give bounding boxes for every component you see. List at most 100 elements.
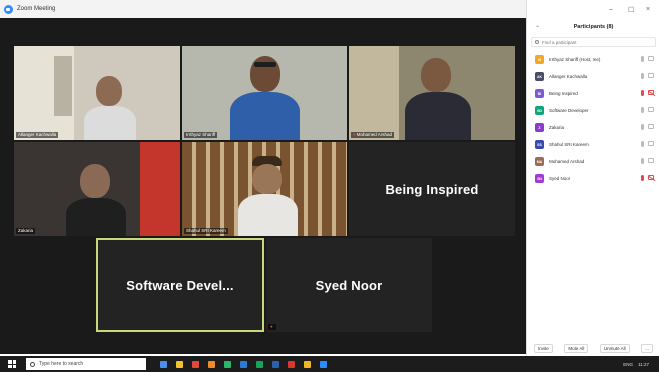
windows-start-icon[interactable] xyxy=(8,360,16,368)
video-gallery: Allanger Kachwalla Irrthyaz Shariff ●Moh… xyxy=(0,18,526,354)
clock[interactable]: 11:27 xyxy=(638,362,649,367)
windows-taskbar: Type here to search ENG 11:27 xyxy=(0,356,659,372)
participant-status-icons xyxy=(641,124,654,130)
language-indicator[interactable]: ENG xyxy=(623,362,633,367)
camera-icon xyxy=(648,56,654,61)
participant-row[interactable]: Z Zakaria xyxy=(527,119,659,136)
avatar: Z xyxy=(535,123,544,132)
app-icon[interactable] xyxy=(160,360,167,368)
taskbar-search-placeholder: Type here to search xyxy=(39,361,84,367)
avatar: BI xyxy=(535,89,544,98)
avatar: AK xyxy=(535,72,544,81)
tile-name-label: Zakaria xyxy=(16,228,36,234)
zoom-logo-icon xyxy=(4,4,13,14)
participant-status-icons xyxy=(641,107,654,113)
video-tile-mohamed[interactable]: ●Mohamed Arshad xyxy=(349,46,515,140)
panel-footer: Invite Mute All Unmute All ... xyxy=(527,344,659,353)
system-tray: ENG 11:27 xyxy=(623,362,659,367)
participant-status-icons xyxy=(641,141,654,147)
app-icon[interactable] xyxy=(192,360,199,368)
video-tile-irrthyaz[interactable]: Irrthyaz Shariff xyxy=(182,46,347,140)
app-icon[interactable] xyxy=(176,360,183,368)
video-tile-software-developer[interactable]: Software Devel... xyxy=(96,238,264,332)
taskbar-apps xyxy=(160,360,327,368)
mic-icon xyxy=(641,158,644,164)
taskbar-search[interactable]: Type here to search xyxy=(26,358,146,370)
search-icon xyxy=(30,361,35,367)
participant-name: Software Developer xyxy=(549,108,589,113)
camera-icon xyxy=(648,124,654,129)
participant-row[interactable]: SS Shahul SRI Kareem xyxy=(527,136,659,153)
avatar: MA xyxy=(535,157,544,166)
avatar: SS xyxy=(535,140,544,149)
app-icon[interactable] xyxy=(304,360,311,368)
participant-status-icons xyxy=(641,56,654,62)
participant-name: Syed Noor xyxy=(549,176,571,181)
app-icon[interactable] xyxy=(272,360,279,368)
app-icon[interactable] xyxy=(320,360,327,368)
tile-mic-indicator: ● xyxy=(268,324,276,330)
invite-button[interactable]: Invite xyxy=(534,344,553,353)
participant-row[interactable]: IS Irrthyaz Shariff (Host, me) xyxy=(527,51,659,68)
participant-name: Mohamed Arshad xyxy=(549,159,585,164)
participant-name: Being Inspired xyxy=(549,91,578,96)
mic-muted-icon: ● xyxy=(353,132,356,137)
participants-panel: – ☐ × ⌄ Participants (8) ISIrrthyaz Shar… xyxy=(526,0,659,356)
mic-icon xyxy=(641,141,644,147)
participant-row[interactable]: SD Software Developer xyxy=(527,102,659,119)
app-icon[interactable] xyxy=(288,360,295,368)
mic-muted-icon xyxy=(641,175,644,181)
video-tile-syed-noor[interactable]: Syed Noor ● xyxy=(266,238,432,332)
camera-icon xyxy=(648,73,654,78)
maximize-button[interactable]: ☐ xyxy=(628,6,634,14)
minimize-button[interactable]: – xyxy=(609,6,613,13)
participant-name: Irrthyaz Shariff (Host, me) xyxy=(549,57,601,62)
app-icon[interactable] xyxy=(240,360,247,368)
mic-icon xyxy=(641,73,644,79)
participant-search[interactable] xyxy=(531,37,656,47)
app-icon[interactable] xyxy=(256,360,263,368)
video-tile-being-inspired[interactable]: Being Inspired xyxy=(349,142,515,236)
avatar: IS xyxy=(535,55,544,64)
zoom-meeting-window: Zoom Meeting Allanger Kachwalla Irrthyaz… xyxy=(0,0,659,372)
video-tile-zakaria[interactable]: Zakaria xyxy=(14,142,180,236)
tile-display-name: Being Inspired xyxy=(385,181,479,197)
app-icon[interactable] xyxy=(224,360,231,368)
camera-icon xyxy=(648,107,654,112)
avatar: SD xyxy=(535,106,544,115)
video-tile-shahul[interactable]: Shahul SRI Kareem xyxy=(182,142,347,236)
mic-icon xyxy=(641,124,644,130)
tile-name-label: ●Mohamed Arshad xyxy=(351,132,394,138)
participant-list: IS Irrthyaz Shariff (Host, me) AK Allanger … xyxy=(527,51,659,187)
window-title: Zoom Meeting xyxy=(17,6,56,12)
more-options-button[interactable]: ... xyxy=(641,344,653,353)
search-icon xyxy=(535,40,539,44)
participant-status-icons xyxy=(641,73,654,79)
close-button[interactable]: × xyxy=(646,6,650,13)
mic-icon xyxy=(641,107,644,113)
camera-icon xyxy=(648,158,654,163)
unmute-all-button[interactable]: Unmute All xyxy=(599,344,630,353)
title-bar: Zoom Meeting xyxy=(0,0,526,18)
mic-icon xyxy=(641,56,644,62)
participant-row[interactable]: MA Mohamed Arshad xyxy=(527,153,659,170)
camera-off-icon xyxy=(648,90,654,95)
mute-all-button[interactable]: Mute All xyxy=(564,344,589,353)
tile-name-label: Irrthyaz Shariff xyxy=(184,132,218,138)
mic-muted-icon: ● xyxy=(270,324,273,329)
participant-row[interactable]: BI Being Inspired xyxy=(527,85,659,102)
app-icon[interactable] xyxy=(208,360,215,368)
participant-status-icons xyxy=(641,90,654,96)
participant-search-input[interactable] xyxy=(542,39,642,45)
participant-name: Zakaria xyxy=(549,125,565,130)
participant-status-icons xyxy=(641,175,654,181)
camera-off-icon xyxy=(648,175,654,180)
participant-row[interactable]: AK Allanger Kachwalla xyxy=(527,68,659,85)
camera-icon xyxy=(648,141,654,146)
participant-name: Allanger Kachwalla xyxy=(549,74,588,79)
participant-status-icons xyxy=(641,158,654,164)
participant-row[interactable]: SN Syed Noor xyxy=(527,170,659,187)
tile-name-label: Allanger Kachwalla xyxy=(16,132,59,138)
tile-name-label: Shahul SRI Kareem xyxy=(184,228,228,234)
video-tile-allanger[interactable]: Allanger Kachwalla xyxy=(14,46,180,140)
